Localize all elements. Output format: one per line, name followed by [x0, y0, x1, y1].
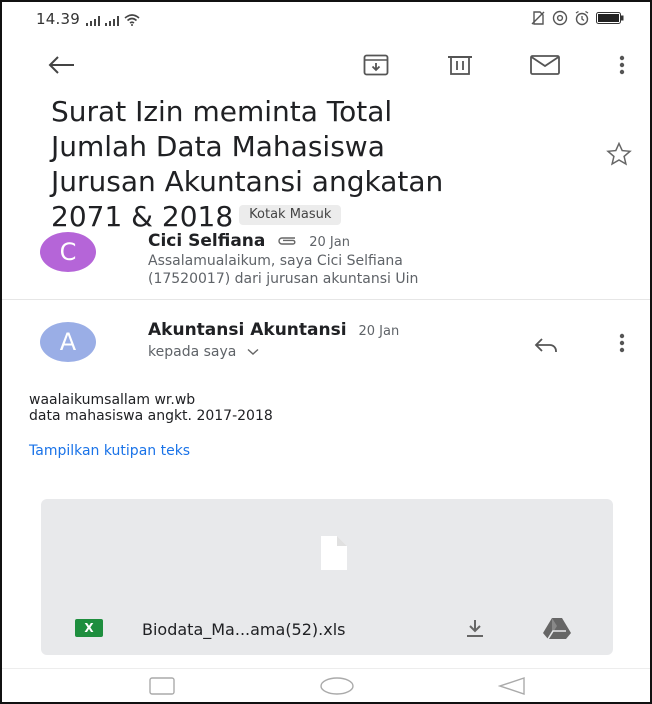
- star-button[interactable]: [606, 141, 632, 170]
- at-icon: [552, 10, 568, 26]
- status-right-icons: [530, 10, 624, 26]
- message-body: waalaikumsallam wr.wb data mahasiswa ang…: [29, 392, 273, 424]
- no-sim-icon: [531, 11, 545, 25]
- attachment-card[interactable]: X Biodata_Ma...ama(52).xls: [41, 499, 613, 655]
- snippet-line: (17520017) dari jurusan akuntansi Uin: [148, 271, 419, 287]
- status-time: 14.39: [36, 10, 80, 28]
- archive-icon: [363, 54, 389, 76]
- star-icon: [606, 141, 632, 166]
- inbox-label-badge[interactable]: Kotak Masuk: [239, 205, 342, 225]
- system-navigation-bar: [2, 668, 650, 702]
- body-line: data mahasiswa angkt. 2017-2018: [29, 408, 273, 424]
- message-date: 20 Jan: [309, 235, 350, 250]
- toolbar: [2, 42, 650, 86]
- show-quoted-text-link[interactable]: Tampilkan kutipan teks: [29, 443, 190, 459]
- more-vert-icon: [619, 55, 625, 75]
- mark-unread-button[interactable]: [528, 48, 562, 82]
- triangle-back-icon: [497, 677, 525, 695]
- attachment-icon: [278, 237, 296, 245]
- message-date: 20 Jan: [358, 324, 400, 339]
- reply-icon: [534, 338, 557, 352]
- back-nav-button[interactable]: [497, 677, 526, 699]
- signal-icon: [86, 16, 100, 26]
- recipient-text: kepada saya: [148, 344, 237, 360]
- status-bar: 14.39: [2, 2, 650, 38]
- download-button[interactable]: [460, 615, 490, 641]
- email-subject: Surat Izin meminta Total Jumlah Data Mah…: [51, 94, 591, 234]
- subject-line: Jumlah Data Mahasiswa: [51, 130, 385, 163]
- subject-line: Jurusan Akuntansi angkatan: [51, 165, 444, 198]
- attachment-file-name: Biodata_Ma...ama(52).xls: [142, 620, 346, 639]
- delete-button[interactable]: [443, 48, 477, 82]
- recipient-toggle[interactable]: kepada saya: [148, 344, 259, 360]
- save-to-drive-button[interactable]: [542, 615, 572, 641]
- archive-button[interactable]: [359, 48, 393, 82]
- wifi-icon: [124, 14, 140, 26]
- drive-icon: [543, 618, 571, 640]
- sender-name: Cici Selfiana: [148, 231, 266, 251]
- back-arrow-icon: [48, 56, 74, 74]
- divider: [2, 299, 650, 300]
- sender-name: Akuntansi Akuntansi: [148, 320, 347, 340]
- battery-icon: [596, 12, 624, 24]
- status-left-icons: [86, 14, 140, 26]
- body-line: waalaikumsallam wr.wb: [29, 392, 196, 408]
- message-sender: Akuntansi Akuntansi 20 Jan: [148, 320, 399, 340]
- subject-line: 2071 & 2018: [51, 200, 234, 233]
- attachment-footer: X Biodata_Ma...ama(52).xls: [41, 609, 613, 645]
- more-options-button[interactable]: [605, 48, 639, 82]
- alarm-icon: [575, 10, 589, 26]
- file-icon: [321, 536, 347, 570]
- avatar[interactable]: A: [40, 322, 96, 362]
- recent-apps-button[interactable]: [149, 677, 175, 699]
- snippet-line: Assalamualaikum, saya Cici Selfiana: [148, 253, 403, 269]
- download-icon: [467, 620, 483, 637]
- excel-file-icon: X: [75, 619, 103, 637]
- chevron-down-icon: [247, 348, 259, 355]
- message-more-button[interactable]: [605, 326, 639, 360]
- delete-icon: [448, 56, 472, 75]
- mark-unread-icon: [530, 55, 560, 75]
- message-sender: Cici Selfiana 20 Jan: [148, 231, 350, 251]
- back-button[interactable]: [44, 48, 78, 82]
- phone-screen: 14.39 Surat Izin meminta Total Jumlah Da…: [0, 0, 652, 704]
- reply-button[interactable]: [529, 328, 563, 362]
- circle-icon: [320, 677, 354, 695]
- avatar[interactable]: C: [40, 232, 96, 272]
- home-button[interactable]: [320, 677, 354, 699]
- message-snippet: Assalamualaikum, saya Cici Selfiana (175…: [148, 252, 588, 288]
- more-vert-icon: [619, 333, 625, 353]
- square-icon: [149, 677, 175, 695]
- signal-icon: [105, 16, 119, 26]
- subject-line: Surat Izin meminta Total: [51, 95, 393, 128]
- file-preview: [319, 536, 347, 574]
